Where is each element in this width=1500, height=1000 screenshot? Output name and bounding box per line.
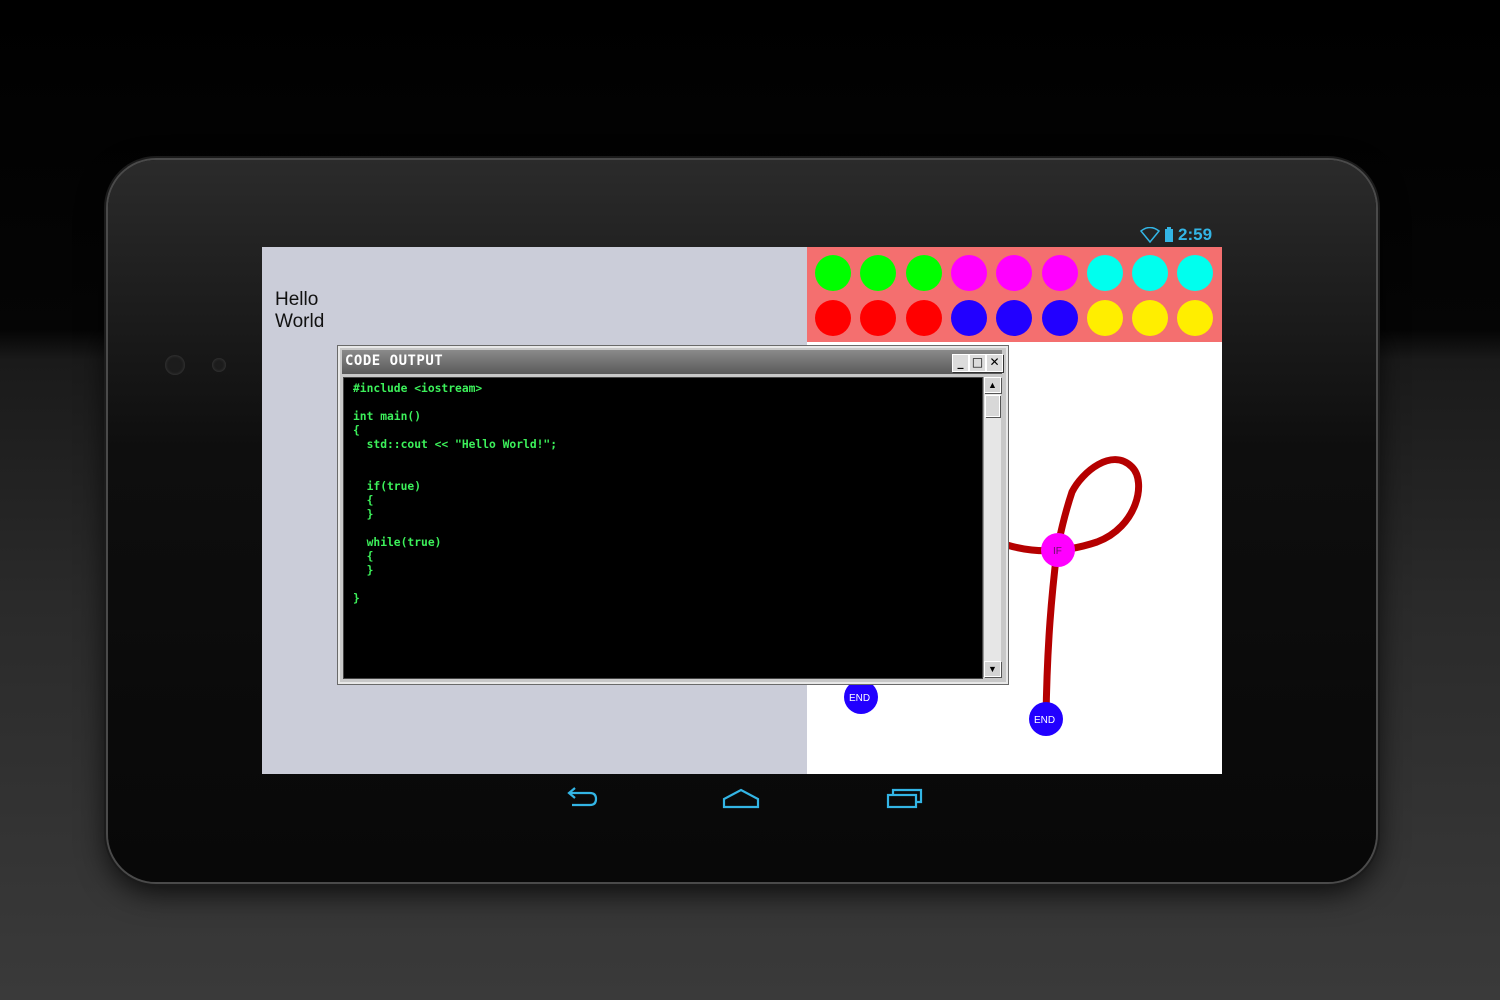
palette-color-dot[interactable] — [1132, 255, 1169, 291]
code-text: #include <iostream> int main() { std::co… — [353, 382, 558, 605]
maximize-button[interactable]: □ — [969, 354, 986, 372]
recent-apps-icon[interactable] — [884, 785, 924, 811]
palette-color-dot[interactable] — [905, 300, 942, 336]
status-time: 2:59 — [1178, 225, 1213, 244]
palette-color-dot[interactable] — [996, 255, 1033, 291]
minimize-button[interactable]: _ — [952, 354, 969, 372]
color-palette — [807, 247, 1222, 342]
window-title: CODE OUTPUT — [345, 353, 444, 369]
end-node-2-label: END — [1034, 715, 1055, 726]
battery-icon — [1165, 227, 1173, 242]
palette-color-dot[interactable] — [950, 255, 987, 291]
palette-color-dot[interactable] — [815, 300, 851, 336]
palette-color-dot[interactable] — [1177, 255, 1214, 291]
sensor-icon — [212, 358, 226, 372]
palette-color-dot[interactable] — [1041, 300, 1078, 336]
palette-color-dot[interactable] — [860, 300, 897, 336]
home-icon[interactable] — [721, 785, 761, 811]
palette-color-dot[interactable] — [1041, 255, 1078, 291]
flow-path-main — [1003, 456, 1143, 724]
hello-world-label: Hello World — [275, 289, 325, 332]
code-output-area[interactable]: #include <iostream> int main() { std::co… — [343, 377, 983, 679]
palette-color-dot[interactable] — [1177, 300, 1214, 336]
if-node-label: IF — [1053, 546, 1062, 557]
window-titlebar[interactable]: CODE OUTPUT _ □ ✕ — [342, 350, 1003, 374]
back-icon[interactable] — [562, 785, 602, 811]
scroll-down-arrow-icon[interactable]: ▼ — [984, 661, 1001, 677]
front-camera-icon — [165, 355, 185, 375]
close-button[interactable]: ✕ — [986, 354, 1003, 372]
palette-color-dot[interactable] — [950, 300, 987, 336]
code-output-window[interactable]: CODE OUTPUT _ □ ✕ #include <iostream> in… — [338, 346, 1008, 684]
scroll-thumb[interactable] — [985, 395, 1000, 417]
palette-color-dot[interactable] — [905, 255, 942, 291]
end-node-1-label: END — [849, 693, 870, 704]
palette-color-dot[interactable] — [1086, 300, 1123, 336]
palette-color-dot[interactable] — [1132, 300, 1169, 336]
palette-color-dot[interactable] — [860, 255, 897, 291]
vertical-scrollbar[interactable]: ▲ ▼ — [983, 377, 1001, 677]
scroll-up-arrow-icon[interactable]: ▲ — [984, 377, 1001, 393]
palette-color-dot[interactable] — [815, 255, 851, 291]
status-bar: 2:59 — [1140, 225, 1212, 245]
palette-color-dot[interactable] — [996, 300, 1033, 336]
wifi-icon — [1140, 227, 1160, 243]
palette-color-dot[interactable] — [1086, 255, 1123, 291]
